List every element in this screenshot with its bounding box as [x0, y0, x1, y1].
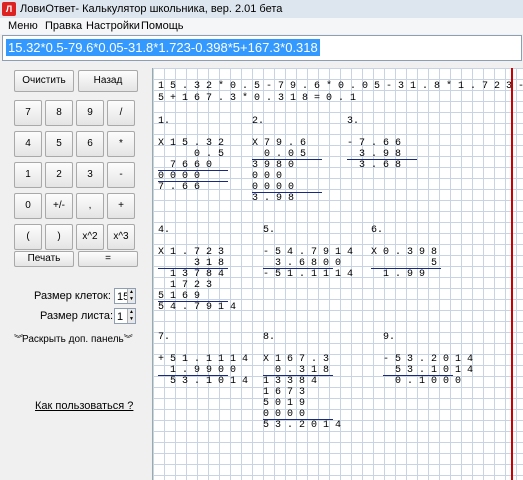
step-row: 1 3 7 8 4 — [158, 269, 225, 280]
key-3[interactable]: 3 — [76, 162, 104, 188]
step-row: X 1 5 . 3 2 — [158, 138, 225, 149]
comma-button[interactable]: , — [76, 193, 104, 219]
step-number: 6. — [371, 225, 384, 236]
step-row: - 7 . 6 6 — [347, 138, 402, 149]
menu-main[interactable]: Меню — [8, 20, 38, 32]
step-row: X 1 . 7 2 3 — [158, 247, 225, 258]
step-row: 1 . 9 9 — [371, 269, 426, 280]
step-row: 0 . 1 0 0 0 — [383, 376, 462, 387]
menu-help[interactable]: Помощь — [141, 20, 184, 32]
underline — [263, 419, 333, 420]
back-button[interactable]: Назад — [78, 70, 138, 92]
step-row: 5 3 . 2 0 1 4 — [263, 420, 342, 431]
key-2[interactable]: 2 — [45, 162, 73, 188]
plus-button[interactable]: + — [107, 193, 135, 219]
app-icon: Л — [2, 2, 16, 16]
multiply-button[interactable]: * — [107, 131, 135, 157]
step-row: X 0 . 3 9 8 — [371, 247, 438, 258]
step-row: 0 0 0 — [252, 171, 283, 182]
step-number: 8. — [263, 332, 276, 343]
expression-line-1: 1 5 . 3 2 * 0 . 5 - 7 9 . 6 * 0 . 0 5 - … — [158, 81, 523, 92]
key-5[interactable]: 5 — [45, 131, 73, 157]
step-row: 5 4 . 7 9 1 4 — [158, 302, 237, 313]
step-number: 5. — [263, 225, 276, 236]
underline — [252, 192, 322, 193]
sheet-size-label: Размер листа: — [40, 310, 114, 322]
control-panel: Очистить Назад 7 8 9/4 5 6 * 1 2 3-0 +/-, +() x^2 x^… — [0, 62, 152, 480]
double-chevron-icon: ︾ — [14, 334, 23, 344]
sheet-size-spinner[interactable]: 1 ▲ ▼ — [114, 308, 136, 324]
help-link[interactable]: Как пользоваться ? — [35, 400, 133, 412]
key-8[interactable]: 8 — [45, 100, 73, 126]
clear-button[interactable]: Очистить — [14, 70, 74, 92]
expression-line-2: 5 + 1 6 7 . 3 * 0 . 3 1 8 = 0 . 1 — [158, 93, 357, 104]
square-button[interactable]: x^2 — [76, 224, 104, 250]
step-row: 3 . 9 8 — [252, 193, 295, 204]
step-row: + 5 1 . 1 1 1 4 — [158, 354, 249, 365]
step-number: 9. — [383, 332, 396, 343]
step-row: - 5 1 . 1 1 1 4 — [263, 269, 354, 280]
close-paren-button[interactable]: ) — [45, 224, 73, 250]
underline — [158, 375, 228, 376]
equals-button[interactable]: = — [78, 251, 138, 267]
expression-input[interactable]: 15.32*0.5-79.6*0.05-31.8*1.723-0.398*5+1… — [2, 35, 522, 61]
underline — [158, 301, 228, 302]
cube-button[interactable]: x^3 — [107, 224, 135, 250]
key-4[interactable]: 4 — [14, 131, 42, 157]
step-number: 4. — [158, 225, 171, 236]
menu-edit[interactable]: Правка — [45, 20, 82, 32]
step-row: 7 . 6 6 — [158, 182, 201, 193]
spinner-arrows-icon[interactable]: ▲ ▼ — [127, 289, 135, 303]
open-paren-button[interactable]: ( — [14, 224, 42, 250]
print-button[interactable]: Печать — [14, 251, 74, 267]
underline — [158, 268, 228, 269]
minus-button[interactable]: - — [107, 162, 135, 188]
underline — [263, 375, 333, 376]
step-row: 3 . 6 8 — [347, 160, 402, 171]
step-row: X 7 9 . 6 — [252, 138, 307, 149]
worksheet-paper: 1 5 . 3 2 * 0 . 5 - 7 9 . 6 * 0 . 0 5 - … — [152, 68, 523, 480]
cell-size-spinner[interactable]: 15 ▲ ▼ — [114, 288, 136, 304]
key-9[interactable]: 9 — [76, 100, 104, 126]
step-number: 7. — [158, 332, 171, 343]
step-number: 3. — [347, 116, 360, 127]
step-row: 1 6 7 3 — [263, 387, 306, 398]
sheet-size-value: 1 — [117, 311, 124, 323]
step-row: - 5 4 . 7 9 1 4 — [263, 247, 354, 258]
margin-line — [511, 68, 513, 480]
step-number: 2. — [252, 116, 265, 127]
key-0[interactable]: 0 — [14, 193, 42, 219]
cell-size-label: Размер клеток: — [34, 290, 111, 302]
divide-button[interactable]: / — [107, 100, 135, 126]
key-7[interactable]: 7 — [14, 100, 42, 126]
underline — [158, 170, 228, 171]
underline — [158, 181, 228, 182]
menu-settings[interactable]: Настройки — [86, 20, 140, 32]
step-number: 1. — [158, 116, 171, 127]
key-6[interactable]: 6 — [76, 131, 104, 157]
window-title: ЛовиОтвет- Калькулятор школьника, вер. 2… — [20, 3, 283, 15]
expression-text: 15.32*0.5-79.6*0.05-31.8*1.723-0.398*5+1… — [6, 39, 320, 56]
step-row: 1 3 3 8 4 — [263, 376, 318, 387]
underline — [263, 268, 333, 269]
step-row: 1 7 2 3 — [158, 280, 213, 291]
spinner-arrows-icon[interactable]: ▲ ▼ — [127, 309, 135, 323]
step-row: 3 9 8 0 — [252, 160, 295, 171]
expand-panel-button[interactable]: ︾Раскрыть доп. панель︾ — [14, 332, 140, 346]
underline — [383, 375, 453, 376]
step-row: X 1 6 7 . 3 — [263, 354, 330, 365]
key-1[interactable]: 1 — [14, 162, 42, 188]
title-bar: Л ЛовиОтвет- Калькулятор школьника, вер.… — [0, 0, 523, 19]
double-chevron-icon: ︾ — [123, 334, 133, 344]
menu-bar: Меню Правка Настройки Помощь — [0, 18, 523, 34]
underline — [252, 159, 322, 160]
step-row: - 5 3 . 2 0 1 4 — [383, 354, 474, 365]
expand-panel-label: Раскрыть доп. панель — [22, 334, 124, 345]
step-row: 5 0 1 9 — [263, 398, 306, 409]
plus-minus-button[interactable]: +/- — [45, 193, 73, 219]
step-row: 5 3 . 1 0 1 4 — [158, 376, 249, 387]
underline — [347, 159, 417, 160]
step-row: 0 . 5 — [158, 149, 225, 160]
underline — [371, 268, 441, 269]
